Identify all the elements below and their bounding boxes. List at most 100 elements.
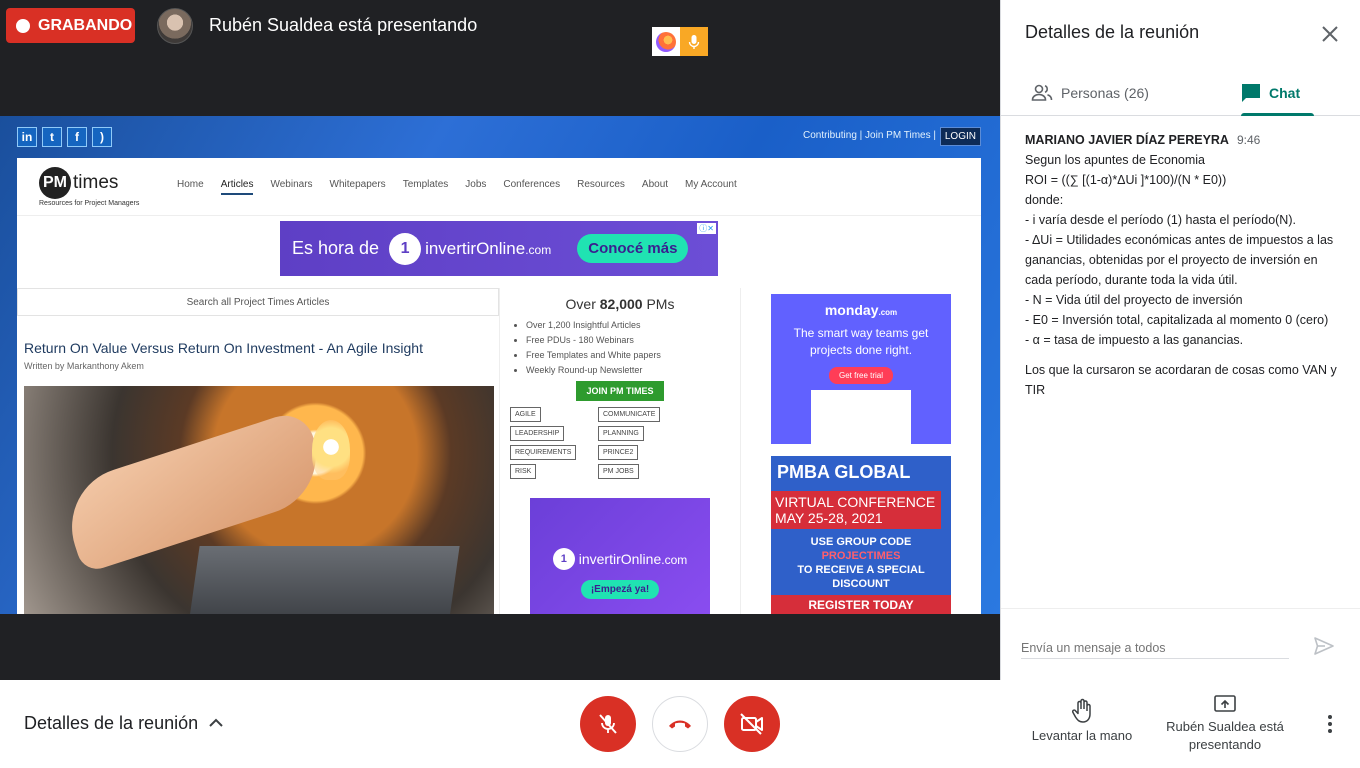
invertironline-logo: 1 invertirOnline.com bbox=[552, 548, 687, 570]
promo-feature: Free PDUs - 180 Webinars bbox=[526, 335, 740, 345]
raise-hand-label: Levantar la mano bbox=[1031, 728, 1133, 743]
pmtimes-logo[interactable]: PM times Resources for Project Managers bbox=[39, 166, 163, 207]
panel-tabs: Personas (26) Chat bbox=[1001, 70, 1360, 116]
microphone-icon bbox=[680, 27, 708, 56]
pmba-register-button[interactable]: REGISTER TODAY bbox=[771, 595, 951, 614]
nav-jobs[interactable]: Jobs bbox=[465, 179, 486, 195]
camera-toggle-button[interactable] bbox=[724, 696, 780, 752]
hand-icon bbox=[1071, 698, 1091, 723]
monday-screenshot bbox=[811, 390, 911, 444]
pmba-code: USE GROUP CODE PROJECTIMES TO RECEIVE A … bbox=[797, 536, 925, 590]
nav-my-account[interactable]: My Account bbox=[685, 179, 737, 195]
monday-logo: monday.com bbox=[824, 302, 898, 318]
social-links: in t f ) bbox=[17, 127, 112, 147]
tag-requirements[interactable]: REQUIREMENTS bbox=[510, 445, 577, 460]
ad-brand-suffix: .com bbox=[525, 242, 552, 257]
monday-cta[interactable]: Get free trial bbox=[828, 367, 893, 384]
message-line: ROI = ((∑ [(1-α)*ΔUi ]*100)/(N * E0)) bbox=[1025, 173, 1227, 187]
promo-features: Over 1,200 Insightful Articles Free PDUs… bbox=[526, 320, 740, 375]
tag-pm-jobs[interactable]: PM JOBS bbox=[598, 464, 639, 479]
invertironline-banner-ad[interactable]: Es hora de 1 invertirOnline.com Conocé m… bbox=[280, 221, 718, 276]
invertironline-small-ad[interactable]: 1 invertirOnline.com ¡Empezá ya! bbox=[530, 498, 710, 614]
article-byline: Written by Markanthony Akem bbox=[24, 361, 144, 371]
chevron-up-icon[interactable] bbox=[206, 716, 226, 730]
message-line: - i varía desde el período (1) hasta el … bbox=[1025, 213, 1296, 227]
meeting-details-panel: Detalles de la reunión Personas (26) Cha… bbox=[1000, 0, 1360, 680]
promo-column: Over 82,000 PMs Over 1,200 Insightful Ar… bbox=[499, 288, 741, 614]
tag-prince2[interactable]: PRINCE2 bbox=[598, 445, 639, 460]
promo-feature: Over 1,200 Insightful Articles bbox=[526, 320, 740, 330]
tag-agile[interactable]: AGILE bbox=[510, 407, 541, 422]
chat-icon bbox=[1242, 84, 1260, 102]
tag-risk[interactable]: RISK bbox=[510, 464, 537, 479]
ad-lead-text: Es hora de bbox=[292, 238, 380, 258]
invertironline-logo: 1 invertirOnline.com bbox=[389, 232, 552, 265]
logo-wordmark: times bbox=[73, 171, 119, 193]
message-followup: Los que la cursaron se acordaran de cosa… bbox=[1025, 363, 1337, 397]
twitter-icon[interactable]: t bbox=[42, 127, 62, 147]
chat-message-input[interactable] bbox=[1021, 637, 1289, 659]
raise-hand-button[interactable]: Levantar la mano bbox=[1024, 698, 1140, 743]
article-search-input[interactable]: Search all Project Times Articles bbox=[17, 288, 499, 316]
facebook-icon[interactable]: f bbox=[67, 127, 87, 147]
tab-chat[interactable]: Chat bbox=[1241, 70, 1315, 116]
ads-column: monday.com The smart way teams get proje… bbox=[741, 288, 981, 614]
shared-tab-indicators bbox=[652, 27, 708, 56]
nav-home[interactable]: Home bbox=[177, 179, 204, 195]
nav-webinars[interactable]: Webinars bbox=[270, 179, 312, 195]
tag-communicate[interactable]: COMMUNICATE bbox=[598, 407, 661, 422]
pmtimes-page: PM times Resources for Project Managers … bbox=[17, 158, 981, 614]
monday-ad[interactable]: monday.com The smart way teams get proje… bbox=[771, 294, 951, 444]
meeting-details-toggle[interactable]: Detalles de la reunión bbox=[24, 713, 198, 734]
meet-window: GRABANDO Rubén Sualdea está presentando … bbox=[0, 0, 1360, 768]
promo-heading: Over 82,000 PMs bbox=[565, 296, 675, 312]
tab-chat-label: Chat bbox=[1269, 85, 1301, 101]
presenting-status-button[interactable]: Rubén Sualdea está presentando bbox=[1160, 694, 1290, 754]
presenter-avatar bbox=[157, 8, 193, 44]
message-line: Segun los apuntes de Economia bbox=[1025, 153, 1205, 167]
rss-icon[interactable]: ) bbox=[92, 127, 112, 147]
recording-badge: GRABANDO bbox=[6, 8, 135, 43]
firefox-icon bbox=[652, 27, 680, 56]
article-title[interactable]: Return On Value Versus Return On Investm… bbox=[24, 340, 499, 356]
close-icon[interactable] bbox=[1318, 22, 1342, 46]
ad-cta-button[interactable]: Conocé más bbox=[577, 234, 689, 263]
message-time: 9:46 bbox=[1236, 133, 1261, 147]
more-options-icon[interactable] bbox=[1320, 714, 1340, 734]
nav-about[interactable]: About bbox=[642, 179, 668, 195]
nav-whitepapers[interactable]: Whitepapers bbox=[330, 179, 386, 195]
leave-call-button[interactable] bbox=[652, 696, 708, 752]
present-screen-icon bbox=[1214, 695, 1236, 712]
monday-text: The smart way teams get projects done ri… bbox=[793, 326, 929, 357]
mic-off-icon bbox=[599, 714, 617, 734]
site-nav: Home Articles Webinars Whitepapers Templ… bbox=[177, 179, 737, 195]
message-sender: MARIANO JAVIER DÍAZ PEREYRA bbox=[1025, 133, 1229, 147]
microphone-toggle-button[interactable] bbox=[580, 696, 636, 752]
chat-composer bbox=[1001, 608, 1360, 680]
nav-articles[interactable]: Articles bbox=[220, 179, 254, 195]
tab-people[interactable]: Personas (26) bbox=[1031, 70, 1149, 116]
top-links[interactable]: Contributing | Join PM Times | bbox=[803, 130, 936, 141]
tag-planning[interactable]: PLANNING bbox=[598, 426, 644, 441]
presenter-status: Rubén Sualdea está presentando bbox=[209, 15, 478, 35]
site-header: PM times Resources for Project Managers … bbox=[17, 158, 981, 216]
send-icon[interactable] bbox=[1313, 636, 1335, 656]
logo-mark: PM bbox=[39, 166, 71, 199]
tab-people-label: Personas (26) bbox=[1061, 85, 1149, 101]
ad-choices-icon[interactable]: ⓘ✕ bbox=[697, 223, 716, 234]
message-line: donde: bbox=[1025, 193, 1064, 207]
article-column: Search all Project Times Articles Return… bbox=[17, 288, 499, 614]
nav-resources[interactable]: Resources bbox=[577, 179, 625, 195]
message-line: - α = tasa de impuesto a las ganancias. bbox=[1025, 333, 1244, 347]
tag-leadership[interactable]: LEADERSHIP bbox=[510, 426, 565, 441]
nav-templates[interactable]: Templates bbox=[403, 179, 449, 195]
message-line: - N = Vida útil del proyecto de inversió… bbox=[1025, 293, 1243, 307]
pmba-ad[interactable]: PMBA GLOBAL VIRTUAL CONFERENCE MAY 25-28… bbox=[771, 456, 951, 614]
ad-small-cta[interactable]: ¡Empezá ya! bbox=[580, 580, 660, 599]
nav-conferences[interactable]: Conferences bbox=[503, 179, 560, 195]
panel-title: Detalles de la reunión bbox=[1025, 22, 1200, 42]
linkedin-icon[interactable]: in bbox=[17, 127, 37, 147]
login-button[interactable]: LOGIN bbox=[939, 127, 981, 146]
message-line: - ΔUi = Utilidades económicas antes de i… bbox=[1025, 233, 1334, 287]
join-pm-times-button[interactable]: JOIN PM TIMES bbox=[576, 381, 664, 401]
